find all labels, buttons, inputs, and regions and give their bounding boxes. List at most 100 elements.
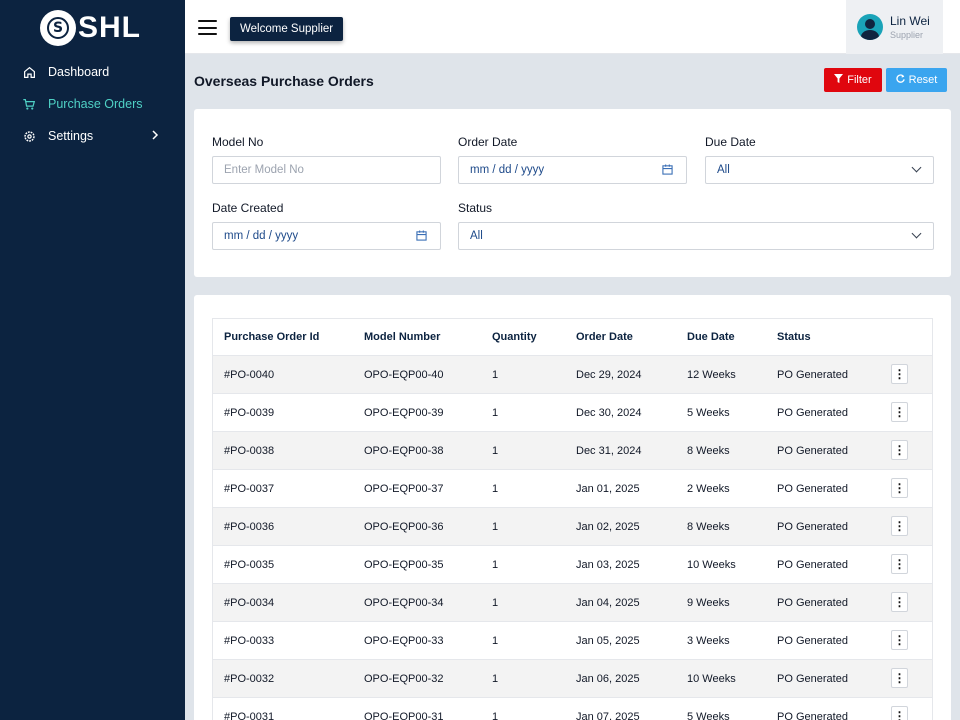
cell-status: PO Generated xyxy=(777,406,848,419)
cell-due-date: 10 Weeks xyxy=(687,672,736,685)
table-row[interactable]: #PO-0031 OPO-EQP00-31 1 Jan 07, 2025 5 Weeks… xyxy=(213,698,932,720)
avatar xyxy=(857,14,883,40)
cell-quantity: 1 xyxy=(492,482,499,495)
chevron-down-icon xyxy=(911,162,922,173)
table-row[interactable]: #PO-0033 OPO-EQP00-33 1 Jan 05, 2025 3 Weeks… xyxy=(213,622,932,660)
order-date-value: mm / dd / yyyy xyxy=(470,164,545,176)
cell-quantity: 1 xyxy=(492,634,499,647)
column-header-due-date[interactable]: Due Date xyxy=(687,319,735,355)
cell-due-date: 5 Weeks xyxy=(687,406,730,419)
brand-logo[interactable]: S SHL xyxy=(40,10,141,46)
cell-due-date: 8 Weeks xyxy=(687,520,730,533)
menu-icon[interactable] xyxy=(198,20,217,35)
sidebar-item-dashboard[interactable]: Dashboard xyxy=(0,56,185,88)
table-row[interactable]: #PO-0034 OPO-EQP00-34 1 Jan 04, 2025 9 Weeks… xyxy=(213,584,932,622)
cell-po-id: #PO-0034 xyxy=(224,596,275,609)
status-select[interactable]: All xyxy=(458,222,934,250)
cell-po-id: #PO-0039 xyxy=(224,406,275,419)
row-actions-icon[interactable]: ⋮ xyxy=(891,592,908,612)
sidebar-item-label: Settings xyxy=(48,129,94,143)
cell-model-number: OPO-EQP00-34 xyxy=(364,596,444,609)
row-actions-icon[interactable]: ⋮ xyxy=(891,554,908,574)
orders-table: Purchase Order Id Model Number Quantity … xyxy=(212,318,933,720)
order-date-input[interactable]: mm / dd / yyyy xyxy=(458,156,687,184)
sidebar-nav: Dashboard Purchase Orders Settings xyxy=(0,56,185,152)
cell-order-date: Jan 03, 2025 xyxy=(576,558,640,571)
row-actions-icon[interactable]: ⋮ xyxy=(891,630,908,650)
table-row[interactable]: #PO-0036 OPO-EQP00-36 1 Jan 02, 2025 8 Weeks… xyxy=(213,508,932,546)
logo-text: SHL xyxy=(78,11,141,44)
row-actions-icon[interactable]: ⋮ xyxy=(891,668,908,688)
cell-due-date: 5 Weeks xyxy=(687,710,730,720)
cell-quantity: 1 xyxy=(492,406,499,419)
cell-status: PO Generated xyxy=(777,482,848,495)
cell-model-number: OPO-EQP00-33 xyxy=(364,634,444,647)
table-row[interactable]: #PO-0039 OPO-EQP00-39 1 Dec 30, 2024 5 Weeks… xyxy=(213,394,932,432)
table-row[interactable]: #PO-0035 OPO-EQP00-35 1 Jan 03, 2025 10 Week… xyxy=(213,546,932,584)
cell-po-id: #PO-0037 xyxy=(224,482,275,495)
welcome-badge: Welcome Supplier xyxy=(230,17,344,41)
cell-model-number: OPO-EQP00-38 xyxy=(364,444,444,457)
model-no-label: Model No xyxy=(212,135,264,149)
filter-button[interactable]: Filter xyxy=(824,68,882,92)
row-actions-icon[interactable]: ⋮ xyxy=(891,478,908,498)
user-name: Lin Wei xyxy=(890,14,930,28)
column-header-order-date[interactable]: Order Date xyxy=(576,319,633,355)
cell-quantity: 1 xyxy=(492,444,499,457)
table-row[interactable]: #PO-0037 OPO-EQP00-37 1 Jan 01, 2025 2 Weeks… xyxy=(213,470,932,508)
column-header-quantity[interactable]: Quantity xyxy=(492,319,537,355)
cell-order-date: Jan 07, 2025 xyxy=(576,710,640,720)
table-row[interactable]: #PO-0032 OPO-EQP00-32 1 Jan 06, 2025 10 Week… xyxy=(213,660,932,698)
column-header-model-number[interactable]: Model Number xyxy=(364,319,440,355)
column-header-status[interactable]: Status xyxy=(777,319,811,355)
model-no-input[interactable]: Enter Model No xyxy=(212,156,441,184)
cell-due-date: 3 Weeks xyxy=(687,634,730,647)
row-actions-icon[interactable]: ⋮ xyxy=(891,364,908,384)
date-created-input[interactable]: mm / dd / yyyy xyxy=(212,222,441,250)
cell-status: PO Generated xyxy=(777,596,848,609)
topbar: Welcome Supplier Lin Wei Supplier xyxy=(185,0,960,54)
sidebar-item-purchase-orders[interactable]: Purchase Orders xyxy=(0,88,185,120)
user-menu[interactable]: Lin Wei Supplier xyxy=(846,0,943,54)
cell-due-date: 12 Weeks xyxy=(687,368,736,381)
row-actions-icon[interactable]: ⋮ xyxy=(891,402,908,422)
column-header-po-id[interactable]: Purchase Order Id xyxy=(224,319,319,355)
funnel-icon xyxy=(834,74,844,86)
cart-icon xyxy=(22,97,36,111)
calendar-icon[interactable] xyxy=(662,164,673,178)
reset-button[interactable]: Reset xyxy=(886,68,947,92)
cell-quantity: 1 xyxy=(492,672,499,685)
cell-quantity: 1 xyxy=(492,520,499,533)
table-header-row: Purchase Order Id Model Number Quantity … xyxy=(213,319,932,356)
cell-due-date: 2 Weeks xyxy=(687,482,730,495)
cell-quantity: 1 xyxy=(492,558,499,571)
table-row[interactable]: #PO-0038 OPO-EQP00-38 1 Dec 31, 2024 8 Weeks… xyxy=(213,432,932,470)
cell-status: PO Generated xyxy=(777,368,848,381)
reset-label: Reset xyxy=(908,74,938,86)
cell-quantity: 1 xyxy=(492,710,499,720)
cell-model-number: OPO-EQP00-36 xyxy=(364,520,444,533)
cell-due-date: 8 Weeks xyxy=(687,444,730,457)
due-date-select[interactable]: All xyxy=(705,156,934,184)
cell-po-id: #PO-0033 xyxy=(224,634,275,647)
cell-model-number: OPO-EQP00-39 xyxy=(364,406,444,419)
cell-po-id: #PO-0035 xyxy=(224,558,275,571)
cell-order-date: Jan 02, 2025 xyxy=(576,520,640,533)
row-actions-icon[interactable]: ⋮ xyxy=(891,706,908,720)
cell-quantity: 1 xyxy=(492,368,499,381)
calendar-icon[interactable] xyxy=(416,230,427,244)
cell-status: PO Generated xyxy=(777,710,848,720)
row-actions-icon[interactable]: ⋮ xyxy=(891,440,908,460)
row-actions-icon[interactable]: ⋮ xyxy=(891,516,908,536)
cell-status: PO Generated xyxy=(777,672,848,685)
cell-due-date: 10 Weeks xyxy=(687,558,736,571)
refresh-icon xyxy=(895,74,905,86)
sidebar-item-settings[interactable]: Settings xyxy=(0,120,185,152)
page-title: Overseas Purchase Orders xyxy=(194,73,374,89)
cell-model-number: OPO-EQP00-32 xyxy=(364,672,444,685)
cell-order-date: Jan 05, 2025 xyxy=(576,634,640,647)
cell-order-date: Jan 04, 2025 xyxy=(576,596,640,609)
due-date-value: All xyxy=(717,164,730,176)
cell-status: PO Generated xyxy=(777,444,848,457)
table-row[interactable]: #PO-0040 OPO-EQP00-40 1 Dec 29, 2024 12 Week… xyxy=(213,356,932,394)
